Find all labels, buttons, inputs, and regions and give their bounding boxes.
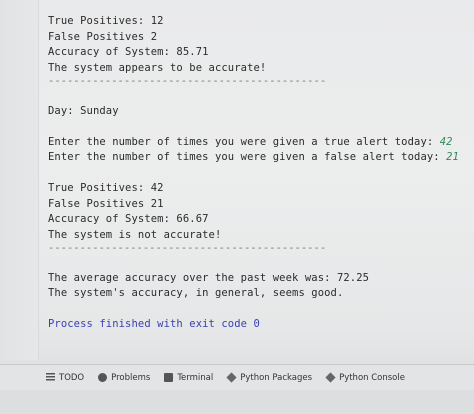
tool-window-button-todo[interactable]: TODO — [46, 373, 84, 383]
process-exit-message: Process finished with exit code 0 — [48, 318, 260, 330]
user-input-value: 21 — [446, 151, 459, 163]
console-output-line: The system appears to be accurate! — [48, 61, 267, 74]
console-prompt-line: Enter the number of times you were given… — [48, 135, 464, 151]
prompt-text: Enter the number of times you were given… — [48, 151, 447, 163]
terminal-icon — [164, 373, 174, 382]
tool-window-button-python-console[interactable]: Python Console — [325, 372, 405, 383]
packages-icon — [226, 372, 237, 383]
tool-window-label: Python Packages — [240, 372, 313, 383]
console-output-line: Day: Sunday — [48, 104, 119, 117]
console-output-line: Accuracy of System: 85.71 — [48, 46, 209, 58]
tool-window-button-terminal[interactable]: Terminal — [164, 373, 213, 383]
console-prompt-line: Enter the number of times you were given… — [48, 150, 464, 166]
problems-icon — [98, 373, 108, 382]
console-output-line: False Positives 2 — [48, 30, 158, 43]
status-bar — [0, 390, 474, 414]
console-output-line: The average accuracy over the past week … — [48, 271, 370, 284]
console-separator: ----------------------------------------… — [48, 75, 327, 87]
console-output-line: The system's accuracy, in general, seems… — [48, 287, 344, 299]
console-output-line: False Positives 21 — [48, 197, 164, 210]
tool-window-label: Python Console — [339, 372, 405, 383]
console-output-line: True Positives: 12 — [48, 15, 164, 27]
user-input-value: 42 — [439, 135, 453, 148]
tool-window-button-python-packages[interactable]: Python Packages — [226, 372, 313, 383]
todo-icon — [46, 373, 55, 382]
console-output-line: True Positives: 42 — [48, 182, 164, 194]
console-gutter — [0, 0, 39, 360]
run-console: True Positives: 12 False Positives 2 Accur… — [0, 0, 474, 414]
tool-window-button-problems[interactable]: Problems — [98, 373, 150, 383]
bottom-tool-window-bar: TODO Problems Terminal Python Packages Pytho… — [0, 364, 474, 390]
console-output-line: The system is not accurate! — [48, 228, 222, 241]
tool-window-label: TODO — [59, 372, 85, 383]
prompt-text: Enter the number of times you were given… — [48, 135, 440, 148]
python-console-icon — [325, 372, 336, 383]
tool-window-label: Terminal — [177, 372, 214, 383]
console-separator: ----------------------------------------… — [48, 242, 327, 254]
tool-window-label: Problems — [111, 372, 151, 383]
console-output[interactable]: True Positives: 12 False Positives 2 Accur… — [48, 14, 464, 333]
console-output-line: Accuracy of System: 66.67 — [48, 213, 209, 225]
